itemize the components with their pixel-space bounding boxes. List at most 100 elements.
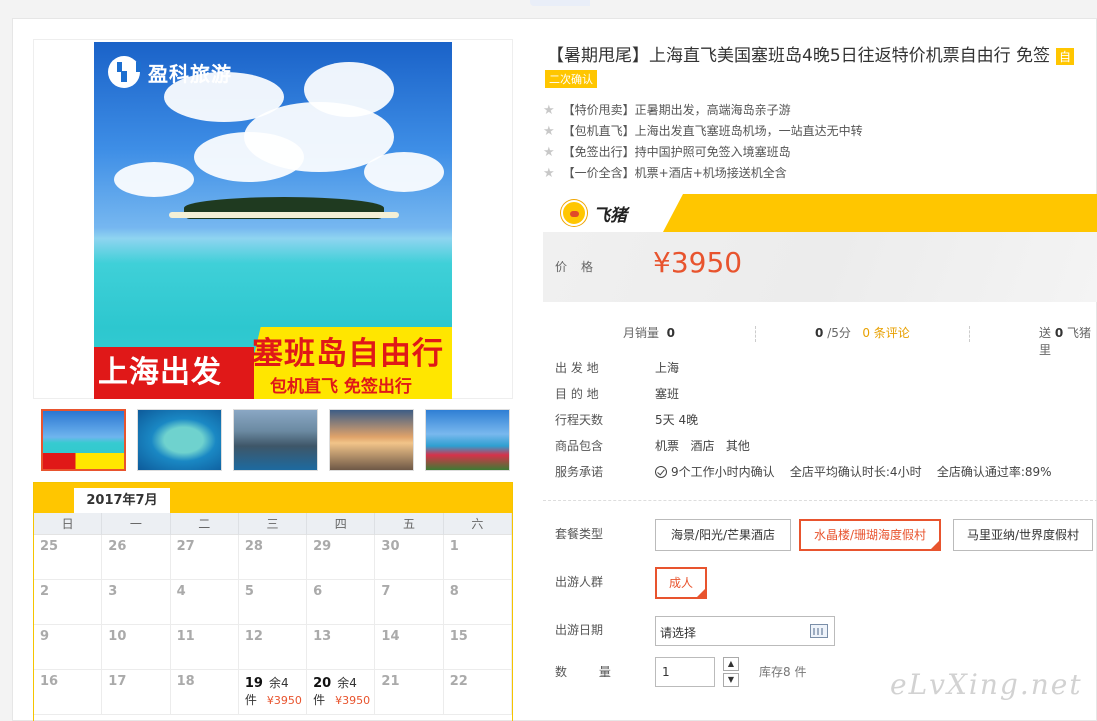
day-number: 20	[313, 676, 332, 691]
feature-item: ★ 【一价全含】机票+酒店+机场接送机全含	[543, 164, 787, 181]
calendar-day: 17	[102, 670, 171, 715]
calendar-day-available[interactable]: 20 余4件 ¥3950	[307, 670, 376, 715]
calendar-day-available[interactable]: 19 余4件 ¥3950	[238, 670, 308, 715]
watermark: eLvXing.net	[890, 668, 1083, 701]
gift-value: 0	[1054, 326, 1064, 340]
calendar-day: 22	[443, 670, 512, 715]
package-label: 套餐类型	[555, 527, 604, 541]
title-tag: 自	[1056, 48, 1075, 65]
day-number: 12	[244, 629, 263, 644]
weekday: 二	[171, 513, 239, 535]
star-icon: ★	[543, 103, 555, 118]
package-option-selected[interactable]: 水晶楼/珊瑚海度假村	[799, 519, 941, 551]
monthly-sales-label: 月销量	[623, 326, 660, 340]
reviews-link[interactable]: 0 条评论	[862, 326, 909, 340]
calendar-day: 10	[102, 625, 171, 670]
day-number: 3	[108, 584, 118, 599]
weekday: 一	[102, 513, 171, 535]
calendar-month-tab[interactable]: 2017年7月	[74, 488, 170, 513]
day-number: 14	[381, 629, 400, 644]
calendar-day: 21	[375, 670, 444, 715]
main-image[interactable]: 盈科旅游 上海出发 塞班岛自由行 包机直飞 免签出行	[33, 39, 513, 399]
info-label: 服务承诺	[555, 465, 604, 479]
gift-points: 送 0 飞猪里	[1039, 324, 1097, 358]
yingke-logo-icon	[108, 56, 140, 88]
weekday: 六	[444, 513, 512, 535]
calendar-day: 18	[170, 670, 239, 715]
calendar-day: 7	[375, 580, 444, 625]
top-strip-tab	[530, 0, 590, 6]
day-price: ¥3950	[266, 694, 302, 707]
platform-name: 飞猪	[593, 205, 627, 226]
calendar-day: 1	[443, 535, 512, 580]
header-bar	[683, 194, 1097, 232]
calendar-day: 28	[238, 535, 308, 580]
thumbnail-2[interactable]	[137, 409, 222, 471]
calendar-day: 15	[443, 625, 512, 670]
calendar-day: 13	[307, 625, 376, 670]
feature-text: 【免签出行】持中国护照可免签入境塞班岛	[562, 145, 791, 159]
monthly-sales-value: 0	[666, 326, 676, 340]
product-title: 【暑期甩尾】上海直飞美国塞班岛4晚5日往返特价机票自由行 免签自	[547, 41, 1097, 66]
info-value: 塞班	[655, 387, 680, 401]
info-label: 行程天数	[555, 413, 604, 427]
day-number: 6	[313, 584, 323, 599]
service-promise: 9个工作小时内确认 全店平均确认时长:4小时 全店确认通过率:89%	[655, 463, 1052, 480]
day-number: 5	[244, 584, 254, 599]
day-number: 16	[40, 674, 59, 689]
calendar-day: 27	[170, 535, 239, 580]
info-label: 目 的 地	[555, 387, 599, 401]
banner-title: 塞班岛自由行	[252, 336, 444, 372]
day-number: 25	[40, 539, 59, 554]
package-option[interactable]: 海景/阳光/芒果酒店	[655, 519, 791, 551]
price-box: 飞猪 价格 ¥3950	[543, 194, 1097, 304]
day-number: 27	[176, 539, 195, 554]
quantity-label: 数 量	[555, 665, 625, 679]
calendar-day: 25	[34, 535, 103, 580]
day-number: 19	[244, 676, 263, 691]
day-number: 21	[381, 674, 400, 689]
calendar-day: 12	[238, 625, 308, 670]
day-number: 15	[449, 629, 468, 644]
calendar-icon[interactable]	[810, 624, 828, 638]
day-price: ¥3950	[335, 694, 371, 707]
day-number: 28	[244, 539, 263, 554]
saipan-beach-photo: 盈科旅游 上海出发 塞班岛自由行 包机直飞 免签出行	[94, 42, 452, 399]
package-option[interactable]: 马里亚纳/世界度假村	[953, 519, 1093, 551]
service-promise-text: 9个工作小时内确认 全店平均确认时长:4小时 全店确认通过率:89%	[671, 465, 1052, 479]
day-number: 18	[176, 674, 195, 689]
crowd-option-selected[interactable]: 成人	[655, 567, 707, 599]
thumbnail-3[interactable]	[233, 409, 318, 471]
day-number: 1	[449, 539, 459, 554]
thumbnail-1[interactable]	[41, 409, 126, 471]
thumbnail-strip	[41, 409, 510, 471]
rating-suffix: /5分	[827, 326, 851, 340]
calendar-day: 26	[102, 535, 171, 580]
day-number: 7	[381, 584, 391, 599]
fliggy-pig-icon	[561, 200, 587, 226]
stats-divider	[755, 326, 756, 342]
info-label: 商品包含	[555, 439, 604, 453]
thumbnail-4[interactable]	[329, 409, 414, 471]
day-number: 2	[40, 584, 50, 599]
date-picker[interactable]: 请选择	[655, 616, 835, 646]
calendar-day: 6	[307, 580, 376, 625]
feature-item: ★ 【免签出行】持中国护照可免签入境塞班岛	[543, 143, 791, 160]
quantity-down-button[interactable]: ▼	[723, 673, 739, 687]
price-value: ¥3950	[653, 246, 743, 279]
monthly-sales: 月销量 0	[623, 324, 675, 341]
gift-prefix: 送	[1039, 326, 1052, 340]
star-icon: ★	[543, 166, 555, 181]
check-circle-icon	[655, 466, 667, 478]
calendar-day: 11	[170, 625, 239, 670]
calendar-day: 3	[102, 580, 171, 625]
calendar-day: 8	[443, 580, 512, 625]
yingke-logo: 盈科旅游	[108, 56, 232, 88]
thumbnail-5[interactable]	[425, 409, 510, 471]
day-number: 4	[176, 584, 186, 599]
top-strip	[0, 0, 1097, 8]
quantity-up-button[interactable]: ▲	[723, 657, 739, 671]
calendar-weekdays: 日 一 二 三 四 五 六	[34, 513, 512, 535]
crowd-label: 出游人群	[555, 575, 604, 589]
quantity-input[interactable]: 1	[655, 657, 715, 687]
